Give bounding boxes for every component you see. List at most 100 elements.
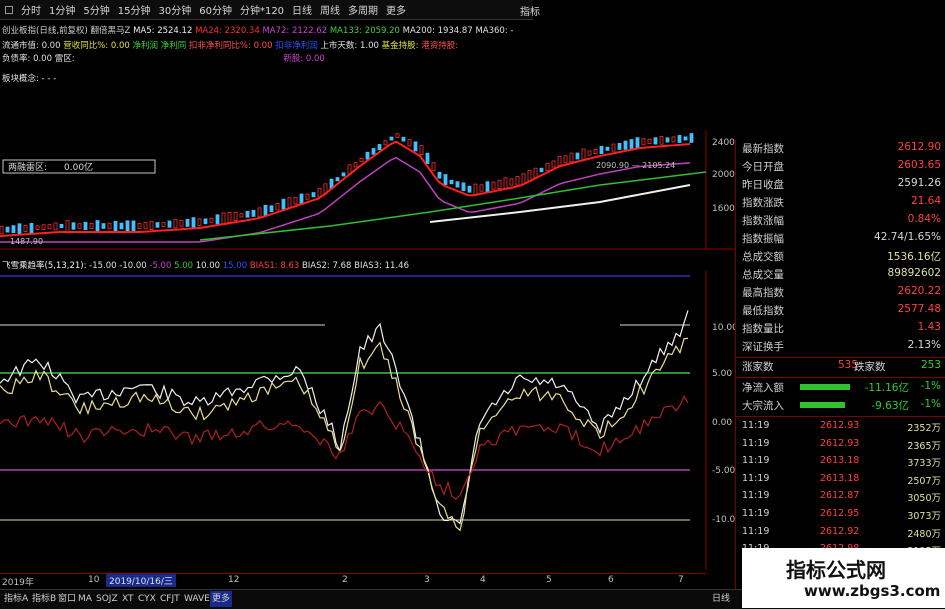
candle	[341, 172, 346, 177]
mine-zone-label: 两融雷区:	[8, 162, 47, 173]
candle	[0, 225, 4, 235]
quote-value: 2.13%	[907, 339, 941, 351]
candle	[101, 223, 106, 229]
tick-time: 11:19	[742, 420, 770, 431]
tf-60min[interactable]: 60分钟	[196, 2, 235, 17]
candle	[287, 197, 292, 209]
candle	[65, 220, 70, 232]
candle	[539, 167, 544, 173]
net-inflow-pct: -1%	[920, 380, 941, 392]
tick-row: 11:19 2612.93 2365万	[742, 438, 945, 455]
quote-value: 1.43	[917, 321, 941, 333]
candle	[83, 221, 88, 231]
quote-row: 最新指数 2612.90	[742, 141, 945, 159]
candle	[215, 214, 220, 225]
tf-15min[interactable]: 15分钟	[115, 2, 154, 17]
candle	[125, 220, 130, 232]
candle	[107, 222, 112, 230]
candle	[29, 222, 34, 234]
block-inflow-bar	[800, 402, 845, 408]
candle	[179, 220, 184, 227]
candle	[401, 136, 406, 142]
price-tick-1600: 1600	[712, 204, 735, 214]
tab-cyx[interactable]: CYX	[136, 591, 158, 607]
mine-zone-value: 0.00亿	[64, 161, 93, 173]
candle	[587, 150, 592, 156]
quote-label: 最高指数	[742, 287, 784, 299]
x-tick-6: 6	[608, 575, 614, 585]
quote-row: 指数涨跌 21.64	[742, 195, 945, 213]
x-tick-2: 2	[342, 575, 348, 585]
tf-more[interactable]: 更多	[383, 2, 409, 17]
ma200: MA200: 1934.87	[402, 26, 473, 36]
tab-cfjt[interactable]: CFJT	[158, 591, 182, 607]
net-inflow-bar	[800, 384, 850, 390]
tab-xt[interactable]: XT	[120, 591, 136, 607]
candle	[317, 187, 322, 198]
osc-tick-m5: -5.00	[712, 466, 735, 476]
tf-fenshi[interactable]: 分时	[18, 2, 44, 17]
candle	[491, 181, 496, 190]
tab-indicator-b[interactable]: 指标B	[30, 591, 58, 607]
candle	[257, 207, 262, 218]
tab-sojz[interactable]: SOJZ	[94, 591, 120, 607]
tab-window[interactable]: 窗口	[56, 591, 78, 607]
candle	[173, 219, 178, 229]
quote-panel: 最新指数 2612.90 今日开盘 2603.65 昨日收盘 2591.26 指数涨跌 21.…	[735, 140, 945, 589]
x-axis: 2019年 10 2019/10/16/三 12 2 3 4 5 6 7	[0, 573, 706, 588]
tf-5min[interactable]: 5分钟	[80, 2, 112, 17]
revenue-yoy: 营收同比%: 0.00	[63, 41, 130, 51]
quote-row: 指数振幅 42.74/1.65%	[742, 231, 945, 249]
candle	[497, 179, 502, 190]
quote-label: 最低指数	[742, 305, 784, 317]
debt-ratio: 负债率: 0.00	[2, 54, 52, 64]
candle	[197, 218, 202, 226]
price-label-low: 1487.90	[10, 237, 43, 246]
candle	[113, 221, 118, 231]
tab-ma[interactable]: MA	[76, 591, 94, 607]
quote-row: 总成交额 1536.16亿	[742, 249, 945, 267]
tf-120min[interactable]: 分钟*120	[237, 2, 287, 17]
indicator-label[interactable]: 指标	[520, 3, 540, 18]
quote-value: 89892602	[887, 267, 941, 279]
tick-price: 2612.93	[820, 437, 860, 449]
tick-row: 11:19 2612.92 2480万	[742, 526, 945, 543]
block-inflow-pct: -1%	[920, 398, 941, 410]
osc-tick-0: 0.00	[712, 418, 732, 428]
quote-value: 2577.48	[897, 303, 941, 315]
advance-decline-row: 涨家数 535 跌家数 253	[742, 359, 945, 377]
candle	[599, 145, 604, 155]
bias3-line	[0, 310, 689, 525]
tf-daily[interactable]: 日线	[289, 2, 315, 17]
tab-wave[interactable]: WAVE	[182, 591, 212, 607]
tf-30min[interactable]: 30分钟	[155, 2, 194, 17]
tf-1min[interactable]: 1分钟	[46, 2, 78, 17]
tick-row: 11:19 2613.18 3733万	[742, 455, 945, 472]
quote-label: 指数振幅	[742, 233, 784, 245]
candle	[425, 152, 430, 165]
tab-more[interactable]: 更多	[210, 591, 233, 607]
candle	[35, 225, 40, 230]
float-cap: 流通市值: 0.00	[2, 41, 61, 51]
candle	[503, 177, 508, 189]
candle	[191, 217, 196, 228]
tf-weekly[interactable]: 周线	[317, 2, 343, 17]
candle	[77, 223, 82, 229]
up-label: 涨家数	[742, 361, 774, 373]
checkbox-icon[interactable]	[2, 5, 16, 14]
quote-row: 最高指数 2620.22	[742, 285, 945, 303]
quote-row: 最低指数 2577.48	[742, 303, 945, 321]
x-tick-4: 4	[480, 575, 486, 585]
tf-multi[interactable]: 多周期	[345, 2, 381, 17]
candle	[11, 225, 16, 234]
watermark-title: 指标公式网	[786, 558, 886, 582]
quote-row: 总成交量 89892602	[742, 267, 945, 285]
tick-volume: 2507万	[907, 475, 941, 487]
tab-indicator-a[interactable]: 指标A	[2, 591, 30, 607]
tick-volume: 2365万	[907, 440, 941, 452]
ma24-line	[0, 140, 691, 237]
tab-daily[interactable]: 日线	[710, 591, 732, 607]
indicator-name[interactable]: 翻倍黑马Z	[91, 26, 131, 36]
net-profit: 净利润	[132, 41, 158, 51]
tick-row: 11:19 2612.95 3073万	[742, 508, 945, 525]
